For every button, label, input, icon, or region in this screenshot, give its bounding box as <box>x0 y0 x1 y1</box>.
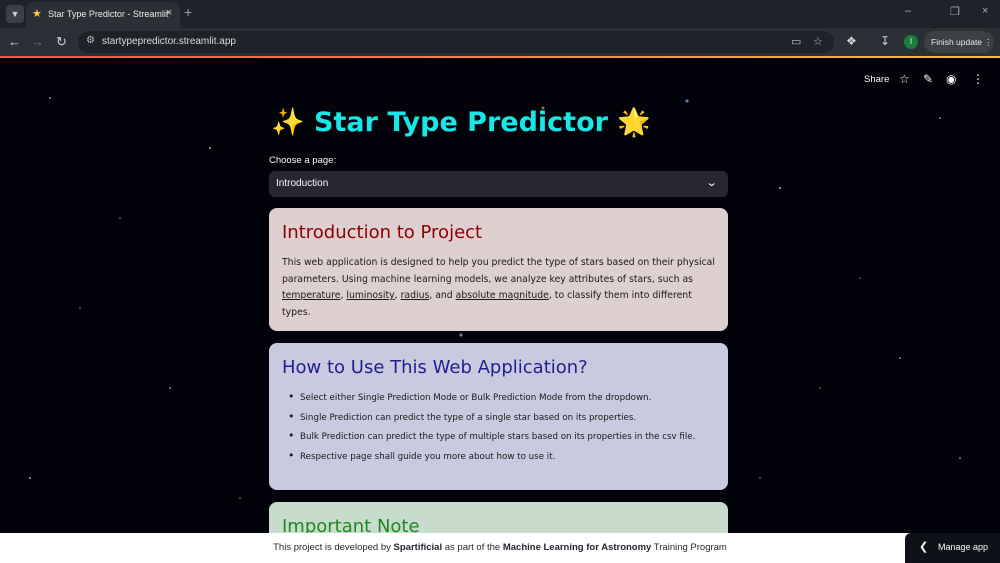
page-title-text: Star Type Predictor <box>314 107 608 138</box>
bookmark-star-icon[interactable]: ☆ <box>813 35 823 48</box>
app-header: Share ☆ ✎ ◉ ⋮ <box>0 58 1000 98</box>
page-select-value: Introduction <box>276 178 329 189</box>
footer-post: Training Program <box>651 542 727 553</box>
app-main: Share ☆ ✎ ◉ ⋮ ✨ Star Type Predictor 🌟 Ch… <box>0 58 1000 533</box>
star-outline-icon[interactable]: ☆ <box>899 72 910 86</box>
footer-text: This project is developed by Spartificia… <box>0 542 1000 553</box>
window-close-icon[interactable]: × <box>982 5 988 17</box>
intro-card: Introduction to Project This web applica… <box>269 208 728 331</box>
note-heading: Important Note <box>282 516 420 533</box>
page-select-label: Choose a page: <box>269 155 337 166</box>
profile-avatar[interactable]: I <box>904 35 918 49</box>
footer: This project is developed by Spartificia… <box>0 533 1000 563</box>
star-icon: ★ <box>32 8 42 20</box>
footer-mid: as part of the <box>442 542 503 553</box>
reload-icon[interactable]: ↻ <box>56 34 67 50</box>
url-text[interactable]: startypepredictor.streamlit.app <box>102 36 236 47</box>
sparkles-icon: ✨ <box>271 107 305 138</box>
tab-title: Star Type Predictor - Streamlit <box>48 9 169 19</box>
forward-icon[interactable]: → <box>31 34 44 49</box>
manage-app-label: Manage app <box>938 542 989 552</box>
close-icon[interactable]: × <box>166 7 172 19</box>
download-icon[interactable]: ↧ <box>880 34 890 48</box>
minimize-icon[interactable]: – <box>905 5 911 17</box>
github-icon[interactable]: ◉ <box>946 72 956 86</box>
new-tab-plus-icon[interactable]: + <box>184 4 192 20</box>
list-item: Bulk Prediction can predict the type of … <box>288 427 715 447</box>
finish-update-label: Finish update <box>931 37 983 47</box>
address-bar[interactable]: ⚙ startypepredictor.streamlit.app ▭ ☆ <box>78 31 834 53</box>
howto-heading: How to Use This Web Application? <box>282 357 588 378</box>
pencil-icon[interactable]: ✎ <box>923 72 933 86</box>
more-vertical-icon[interactable]: ⋮ <box>972 72 984 86</box>
restore-icon[interactable]: ❐ <box>950 5 960 18</box>
tab-search-chevron-down-icon[interactable]: ▼ <box>6 5 24 23</box>
intro-heading: Introduction to Project <box>282 222 483 243</box>
attribute-absolute-magnitude: absolute magnitude <box>455 290 549 301</box>
page-select[interactable]: Introduction ⌄ <box>269 171 728 197</box>
chevron-down-icon: ⌄ <box>705 177 718 189</box>
manage-app-button[interactable]: ❮ Manage app <box>905 533 1000 563</box>
howto-card: How to Use This Web Application? Select … <box>269 343 728 490</box>
footer-program: Machine Learning for Astronomy <box>502 542 652 553</box>
back-icon[interactable]: ← <box>8 34 21 49</box>
list-item: Respective page shall guide you more abo… <box>288 447 715 467</box>
browser-tab-bar: ▼ ★ Star Type Predictor - Streamlit × + … <box>0 0 1000 28</box>
page-title: ✨ Star Type Predictor 🌟 <box>271 106 651 138</box>
list-item: Single Prediction can predict the type o… <box>288 408 715 428</box>
browser-tab[interactable]: ★ Star Type Predictor - Streamlit × <box>26 2 180 28</box>
footer-pre: This project is developed by <box>273 542 394 553</box>
important-note-card: Important Note <box>269 502 728 533</box>
attribute-radius: radius <box>400 290 430 301</box>
share-button[interactable]: Share <box>864 74 889 85</box>
extensions-puzzle-icon[interactable]: ❖ <box>846 34 857 48</box>
intro-text: This web application is designed to help… <box>282 255 715 321</box>
chevron-left-icon: ❮ <box>919 541 929 553</box>
site-info-icon[interactable]: ⚙ <box>86 35 95 46</box>
glowing-star-icon: 🌟 <box>617 107 651 138</box>
browser-toolbar: ← → ↻ ⚙ startypepredictor.streamlit.app … <box>0 28 1000 56</box>
more-vertical-icon: ⋮ <box>984 37 993 47</box>
list-item: Select either Single Prediction Mode or … <box>288 388 715 408</box>
intro-text-part-1: This web application is designed to help… <box>282 257 715 285</box>
finish-update-button[interactable]: Finish update ⋮ <box>924 31 994 53</box>
howto-list: Select either Single Prediction Mode or … <box>282 388 715 466</box>
intro-separator: , and <box>429 290 456 301</box>
footer-org: Spartificial <box>393 542 443 553</box>
cast-icon[interactable]: ▭ <box>791 35 801 48</box>
attribute-temperature: temperature <box>282 290 341 301</box>
attribute-luminosity: luminosity <box>346 290 395 301</box>
